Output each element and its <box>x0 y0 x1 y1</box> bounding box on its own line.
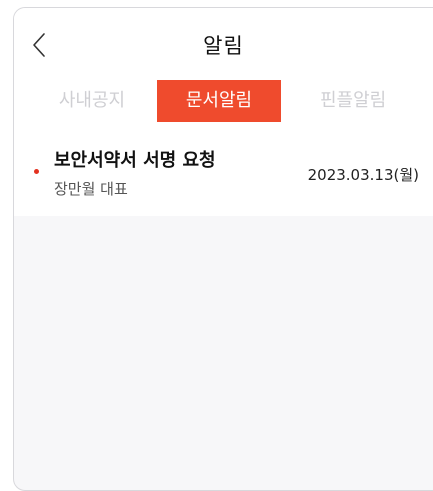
notification-title: 보안서약서 서명 요청 <box>54 150 216 171</box>
tab-company-notice[interactable]: 사내공지 <box>30 80 154 122</box>
unread-dot <box>34 169 39 174</box>
tab-pinple-alerts[interactable]: 핀플알림 <box>290 80 433 122</box>
notification-date: 2023.03.13(월) <box>307 166 419 184</box>
page-title: 알림 <box>203 34 244 58</box>
notification-list: 보안서약서 서명 요청 장만월 대표 2023.03.13(월) <box>14 126 433 216</box>
tab-bar: 사내공지 문서알림 핀플알림 <box>14 80 433 126</box>
tab-document-alerts[interactable]: 문서알림 <box>157 80 281 122</box>
notification-sender: 장만월 대표 <box>54 180 128 198</box>
notification-panel: 알림 사내공지 문서알림 핀플알림 보안서약서 서명 요청 장만월 대표 202… <box>13 7 433 491</box>
header: 알림 <box>14 8 433 80</box>
list-item[interactable]: 보안서약서 서명 요청 장만월 대표 2023.03.13(월) <box>14 126 433 216</box>
